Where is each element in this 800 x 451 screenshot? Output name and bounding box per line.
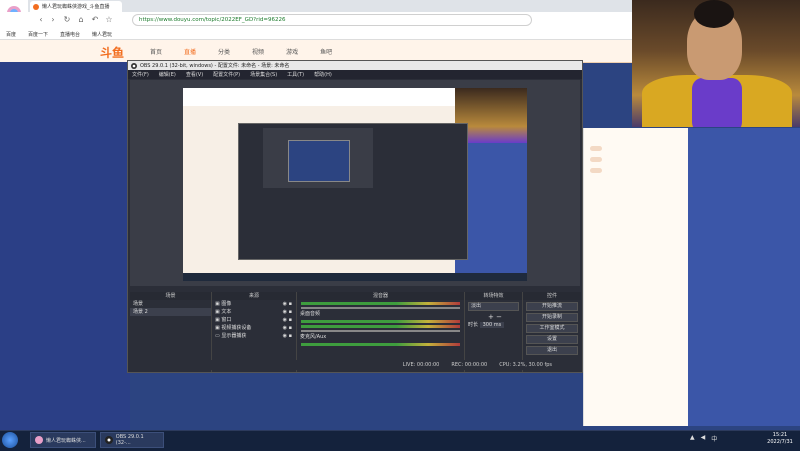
controls-title: 控件 <box>523 292 581 300</box>
browser-tab[interactable]: 懒人君玩蜘蛛侠游戏_斗鱼直播 <box>30 1 122 12</box>
obs-menu-item[interactable]: 编辑(E) <box>159 71 176 78</box>
add-icon[interactable]: + <box>488 313 494 321</box>
home-icon[interactable]: ⌂ <box>76 14 86 26</box>
transition-select[interactable]: 淡出 <box>468 302 519 311</box>
obs-status-bar: LIVE: 00:00:00 REC: 00:00:00 CPU: 3.2%, … <box>130 360 580 370</box>
douyu-favicon-icon <box>33 3 39 10</box>
live-status: LIVE: 00:00:00 <box>402 362 440 368</box>
eye-lock-icon[interactable]: ◉ ▪ <box>283 300 296 308</box>
bookmark-item[interactable]: 直播电台 <box>60 31 80 38</box>
taskbar-item-obs[interactable]: OBS 29.0.1 (32-... <box>100 432 164 448</box>
obs-menu-item[interactable]: 工具(T) <box>287 71 304 78</box>
obs-menu-item[interactable]: 帮助(H) <box>314 71 332 78</box>
taskbar-item-browser[interactable]: 懒人君玩蜘蛛侠... <box>30 432 96 448</box>
rec-status: REC: 00:00:00 <box>451 362 488 368</box>
transition-add-remove: + − <box>465 313 522 321</box>
obs-menu-item[interactable]: 查看(V) <box>186 71 203 78</box>
bookmark-item[interactable]: 百度一下 <box>28 31 48 38</box>
start-streaming-button[interactable]: 开始推流 <box>526 302 578 311</box>
volume-slider[interactable] <box>301 307 460 309</box>
volume-icon[interactable]: ◀ <box>701 434 706 443</box>
start-button[interactable] <box>2 432 18 448</box>
eye-lock-icon[interactable]: ◉ ▪ <box>283 332 296 340</box>
obs-menu-item[interactable]: 文件(F) <box>132 71 149 78</box>
mixer-channel-label: 麦克风/Aux <box>300 334 327 340</box>
audio-meter <box>301 320 460 323</box>
forward-icon[interactable]: › <box>48 14 58 26</box>
eye-lock-icon[interactable]: ◉ ▪ <box>283 308 296 316</box>
duration-input[interactable]: 300 ms <box>479 322 505 328</box>
obs-menu-bar: 文件(F) 编辑(E) 查看(V) 配置文件(P) 场景集合(S) 工具(T) … <box>128 70 582 79</box>
exit-button[interactable]: 退出 <box>526 346 578 355</box>
site-nav-item[interactable]: 鱼吧 <box>320 47 332 56</box>
site-nav-item[interactable]: 视频 <box>252 47 264 56</box>
obs-title-bar: OBS 29.0.1 (32-bit, windows) - 配置文件: 未命名… <box>128 61 582 70</box>
studio-mode-button[interactable]: 工作室模式 <box>526 324 578 333</box>
site-nav-item[interactable]: 分类 <box>218 47 230 56</box>
browser-app-icon <box>35 436 43 444</box>
audio-meter <box>301 325 460 328</box>
site-nav-item[interactable]: 游戏 <box>286 47 298 56</box>
transitions-title: 转场特效 <box>465 292 522 300</box>
obs-app-icon <box>105 436 113 444</box>
undo-icon[interactable]: ↶ <box>90 14 100 26</box>
cpu-status: CPU: 3.2%, 30.00 fps <box>499 362 552 368</box>
star-icon[interactable]: ☆ <box>104 14 114 26</box>
settings-button[interactable]: 设置 <box>526 335 578 344</box>
remove-icon[interactable]: − <box>496 313 502 321</box>
source-item[interactable]: ▭ 显示器捕获 ◉ ▪ <box>212 332 296 340</box>
system-tray: ▲ ◀ 中 <box>690 434 717 443</box>
audio-meter <box>301 302 460 305</box>
right-decoration <box>688 128 800 426</box>
start-recording-button[interactable]: 开始录制 <box>526 313 578 322</box>
scene-item[interactable]: 场景 <box>130 300 211 308</box>
source-item[interactable]: ▣ 窗口 ◉ ▪ <box>212 316 296 324</box>
site-nav-item[interactable]: 首页 <box>150 47 162 56</box>
scenes-title: 场景 <box>130 292 211 300</box>
obs-title: OBS 29.0.1 (32-bit, windows) - 配置文件: 未命名… <box>140 63 290 69</box>
sources-title: 来源 <box>212 292 296 300</box>
bookmark-item[interactable]: 百度 <box>6 31 16 38</box>
mixer-channel-label: 桌面音频 <box>300 311 321 317</box>
mixer-title: 混音器 <box>297 292 464 300</box>
obs-menu-item[interactable]: 配置文件(P) <box>213 71 240 78</box>
bookmarks-bar: 百度 百度一下 直播电台 懒人君玩 <box>0 30 632 40</box>
webcam-overlay <box>632 0 800 127</box>
source-item[interactable]: ▣ 视频捕获设备 ◉ ▪ <box>212 324 296 332</box>
left-decoration <box>0 62 130 430</box>
back-icon[interactable]: ‹ <box>36 14 46 26</box>
reload-icon[interactable]: ↻ <box>62 14 72 26</box>
ime-icon[interactable]: 中 <box>711 434 717 443</box>
source-item[interactable]: ▣ 图像 ◉ ▪ <box>212 300 296 308</box>
audio-meter <box>301 343 460 346</box>
obs-logo-icon <box>131 62 137 69</box>
url-input[interactable]: https://www.douyu.com/topic/2022EF_GD?ri… <box>132 14 532 26</box>
eye-lock-icon[interactable]: ◉ ▪ <box>283 316 296 324</box>
network-icon[interactable]: ▲ <box>690 434 695 443</box>
browser-tab-title: 懒人君玩蜘蛛侠游戏_斗鱼直播 <box>42 4 110 10</box>
scene-item[interactable]: 场景 2 <box>130 308 211 316</box>
eye-lock-icon[interactable]: ◉ ▪ <box>283 324 296 332</box>
source-item[interactable]: ▣ 文本 ◉ ▪ <box>212 308 296 316</box>
site-nav: 首页 直播 分类 视频 游戏 鱼吧 <box>150 47 332 56</box>
site-logo[interactable]: 斗鱼 <box>100 44 124 61</box>
bookmark-item[interactable]: 懒人君玩 <box>92 31 112 38</box>
preview-capture <box>183 88 527 281</box>
clock[interactable]: 15:21 2022/7/31 <box>762 432 798 446</box>
chat-lines <box>590 140 680 179</box>
volume-slider[interactable] <box>301 330 460 332</box>
duration-row: 时长 300 ms <box>465 321 522 329</box>
site-nav-item[interactable]: 直播 <box>184 47 196 56</box>
obs-menu-item[interactable]: 场景集合(S) <box>250 71 277 78</box>
